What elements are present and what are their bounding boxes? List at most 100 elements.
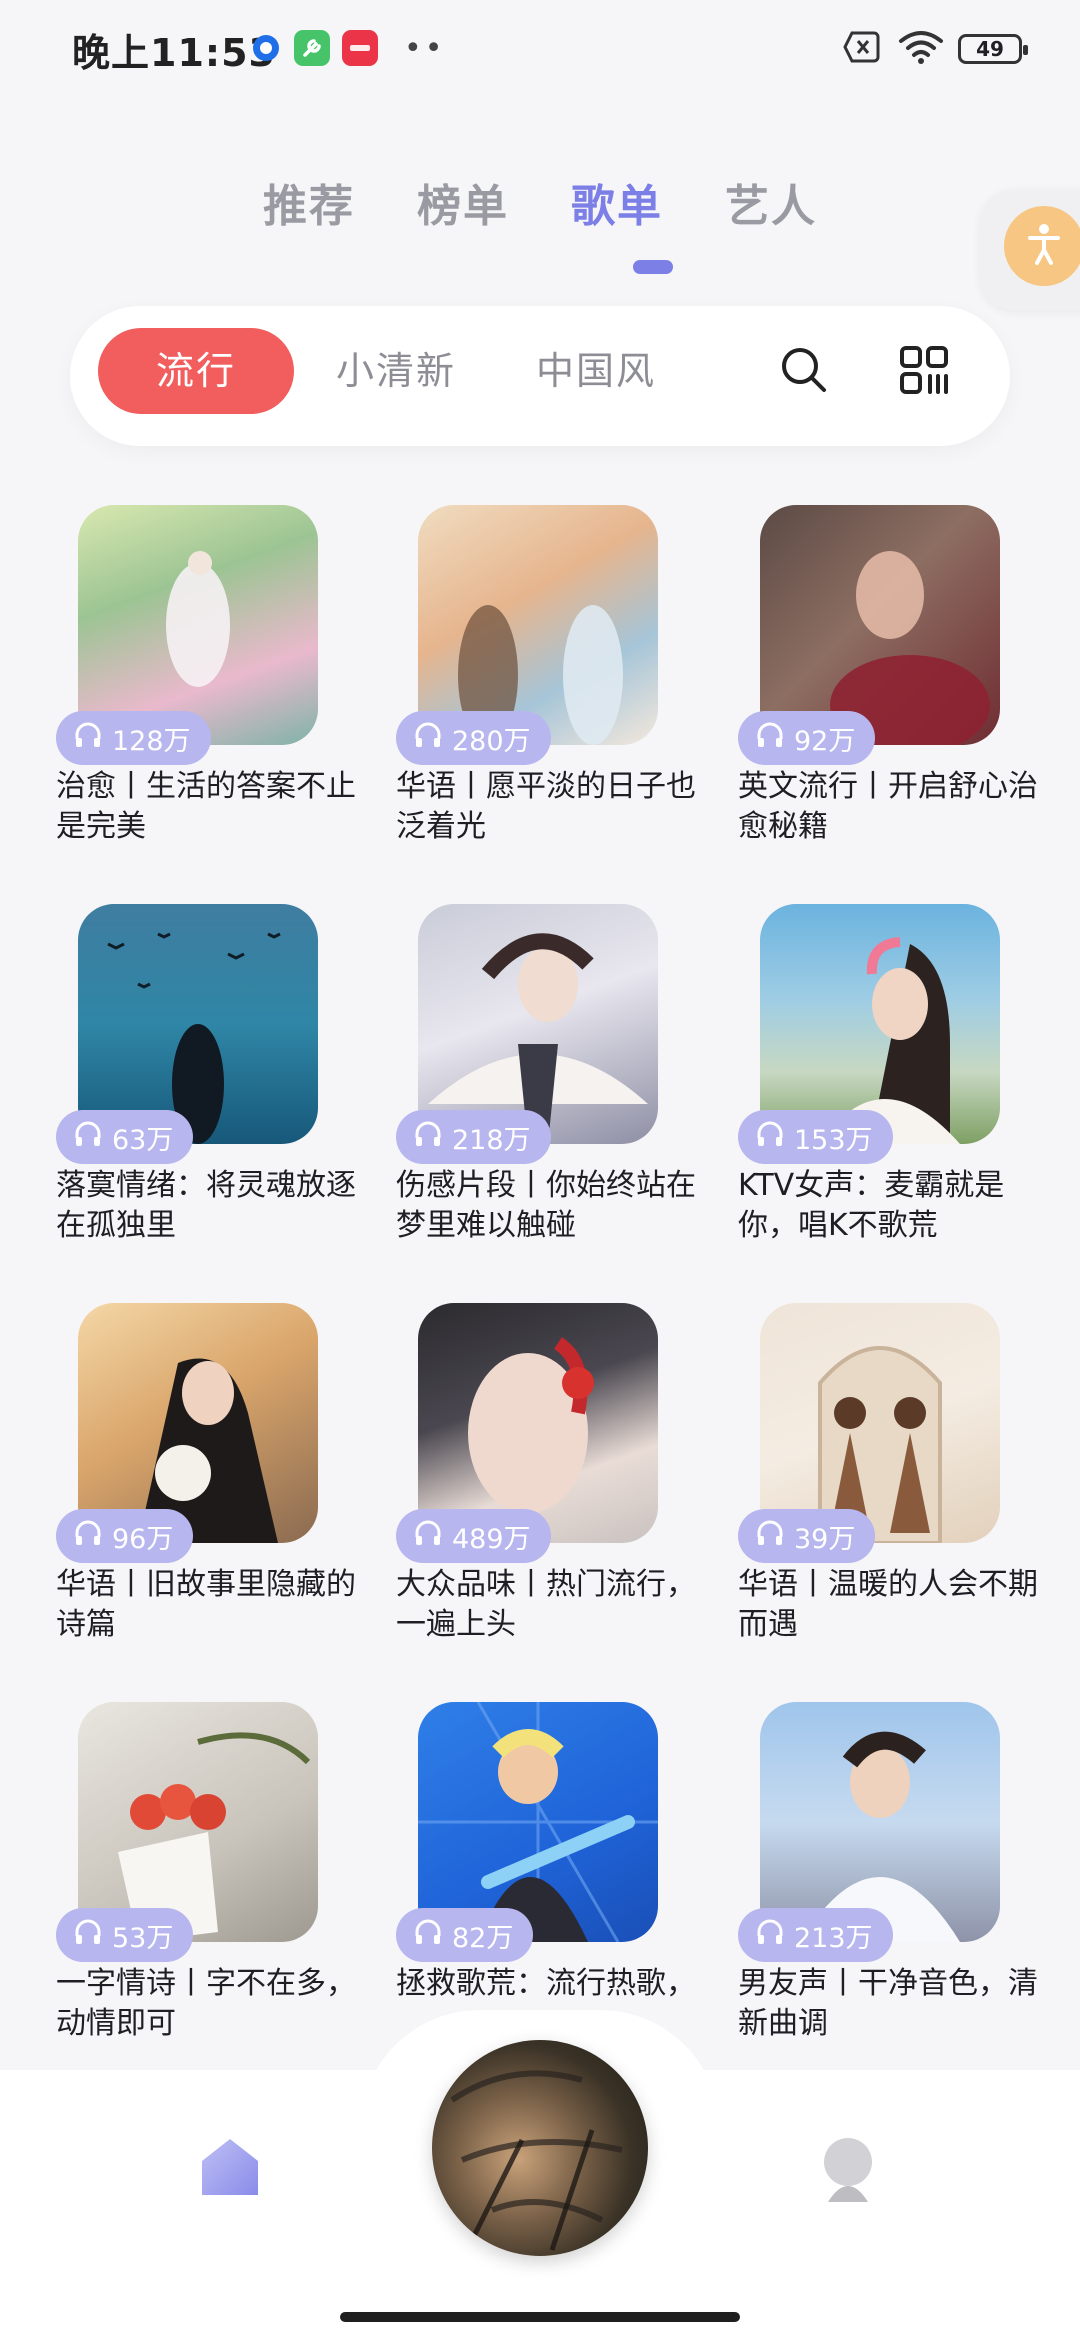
playlist-title: 拯救歌荒：流行热歌，	[396, 1966, 696, 2001]
category-bar: 流行 小清新 中国风	[70, 306, 1010, 446]
battery-indicator: 49	[958, 34, 1028, 64]
playlist-cover-image	[418, 505, 658, 745]
browser-icon	[248, 30, 284, 66]
home-gesture-bar[interactable]	[340, 2312, 740, 2322]
active-tab-indicator	[633, 260, 673, 274]
play-count: 213万	[794, 1922, 873, 1954]
playlist-title: 华语丨愿平淡的日子也泛着光	[396, 769, 696, 844]
playlist-cover-image	[760, 1303, 1000, 1543]
play-count-badge: 218万	[396, 1110, 551, 1164]
profile-nav-button[interactable]	[808, 2130, 888, 2210]
playlist-cover-image	[418, 1702, 658, 1942]
wifi-icon	[898, 29, 944, 69]
headphones-icon	[72, 1916, 104, 1955]
playlist-title: 治愈丨生活的答案不止是完美	[56, 769, 356, 844]
accessibility-icon	[1024, 222, 1064, 270]
top-tab-bar: 推荐 榜单 歌单 艺人	[0, 170, 1080, 234]
play-count-badge: 82万	[396, 1908, 534, 1962]
playlist-cover-image	[78, 904, 318, 1144]
tab-playlists[interactable]: 歌单	[571, 170, 663, 234]
headphones-icon	[412, 1118, 444, 1157]
playlist-cover-image	[760, 505, 1000, 745]
playlist-title: KTV女声：麦霸就是你，唱K不歌荒	[738, 1168, 1005, 1243]
headphones-icon	[72, 1118, 104, 1157]
search-icon[interactable]	[776, 342, 832, 398]
playlist-card[interactable]: 39万 华语丨温暖的人会不期而遇	[738, 1303, 1058, 1673]
play-count: 39万	[794, 1523, 856, 1555]
tab-charts[interactable]: 榜单	[417, 170, 509, 234]
play-count: 53万	[112, 1922, 174, 1954]
headphones-icon	[412, 1517, 444, 1556]
play-count-badge: 153万	[738, 1110, 893, 1164]
headphones-icon	[412, 719, 444, 758]
playlist-card[interactable]: 218万 伤感片段丨你始终站在梦里难以触碰	[396, 904, 716, 1274]
playlist-card[interactable]: 92万 英文流行丨开启舒心治愈秘籍	[738, 505, 1058, 875]
playlist-title: 一字情诗丨字不在多，动情即可	[56, 1966, 356, 2041]
more-notifications-icon: ••	[404, 31, 446, 66]
category-pop[interactable]: 流行	[98, 328, 294, 414]
play-count-badge: 280万	[396, 711, 551, 765]
headphones-icon	[72, 1517, 104, 1556]
play-count-badge: 128万	[56, 711, 211, 765]
play-count-badge: 53万	[56, 1908, 194, 1962]
headphones-icon	[754, 1517, 786, 1556]
status-bar: 晚上11:53 •• 49	[0, 0, 1080, 96]
playlist-title: 伤感片段丨你始终站在梦里难以触碰	[396, 1168, 696, 1243]
playlist-card[interactable]: 63万 落寞情绪：将灵魂放逐在孤独里	[56, 904, 376, 1274]
playlist-card[interactable]: 128万 治愈丨生活的答案不止是完美	[56, 505, 376, 875]
scan-code-icon[interactable]	[896, 342, 952, 398]
playlist-card[interactable]: 96万 华语丨旧故事里隐藏的诗篇	[56, 1303, 376, 1673]
play-count-badge: 489万	[396, 1509, 551, 1563]
profile-icon	[808, 2138, 888, 2214]
xiaohongshu-icon	[342, 30, 378, 66]
playlist-cover-image	[760, 1702, 1000, 1942]
playlist-title: 落寞情绪：将灵魂放逐在孤独里	[56, 1168, 356, 1243]
home-nav-button[interactable]	[190, 2125, 270, 2205]
accessibility-float-panel	[980, 190, 1080, 310]
category-chinese-style[interactable]: 中国风	[536, 328, 656, 414]
playlist-card[interactable]: 153万 KTV女声：麦霸就是你，唱K不歌荒	[738, 904, 1058, 1274]
play-count-badge: 96万	[56, 1509, 194, 1563]
headphones-icon	[412, 1916, 444, 1955]
play-count: 218万	[452, 1124, 531, 1156]
headphones-icon	[72, 719, 104, 758]
play-count-badge: 213万	[738, 1908, 893, 1962]
home-icon	[190, 2139, 270, 2209]
playlist-card[interactable]: 213万 男友声丨干净音色，清新曲调	[738, 1702, 1058, 2072]
headphones-icon	[754, 719, 786, 758]
headphones-icon	[754, 1118, 786, 1157]
playlist-cover-image	[418, 904, 658, 1144]
playlist-cover-image	[78, 1702, 318, 1942]
category-fresh[interactable]: 小清新	[336, 328, 456, 414]
play-count: 280万	[452, 725, 531, 757]
playlist-cover-image	[418, 1303, 658, 1543]
playlist-title: 男友声丨干净音色，清新曲调	[738, 1966, 1038, 2041]
wrench-app-icon	[294, 30, 330, 66]
album-art-icon	[450, 2070, 623, 2251]
playlist-title: 大众品味丨热门流行，一遍上头	[396, 1567, 696, 1642]
playlist-card[interactable]: 280万 华语丨愿平淡的日子也泛着光	[396, 505, 716, 875]
playlist-card[interactable]: 489万 大众品味丨热门流行，一遍上头	[396, 1303, 716, 1673]
now-playing-disc[interactable]	[432, 2040, 648, 2256]
headphones-icon	[754, 1916, 786, 1955]
playlist-card[interactable]: 53万 一字情诗丨字不在多，动情即可	[56, 1702, 376, 2072]
play-count: 92万	[794, 725, 856, 757]
play-count-badge: 39万	[738, 1509, 876, 1563]
play-count: 489万	[452, 1523, 531, 1555]
playlist-cover-image	[78, 1303, 318, 1543]
playlist-title: 华语丨温暖的人会不期而遇	[738, 1567, 1038, 1642]
play-count: 63万	[112, 1124, 174, 1156]
accessibility-button[interactable]	[1004, 206, 1080, 286]
playlist-cover-image	[760, 904, 1000, 1144]
status-time: 晚上11:53	[72, 31, 276, 75]
playlist-cover-image	[78, 505, 318, 745]
play-count-badge: 92万	[738, 711, 876, 765]
play-count-badge: 63万	[56, 1110, 194, 1164]
play-count: 96万	[112, 1523, 174, 1555]
no-sim-icon	[842, 30, 884, 68]
play-count: 128万	[112, 725, 191, 757]
tab-artists[interactable]: 艺人	[725, 170, 817, 234]
playlist-title: 华语丨旧故事里隐藏的诗篇	[56, 1567, 356, 1642]
play-count: 82万	[452, 1922, 514, 1954]
tab-recommend[interactable]: 推荐	[263, 170, 355, 234]
